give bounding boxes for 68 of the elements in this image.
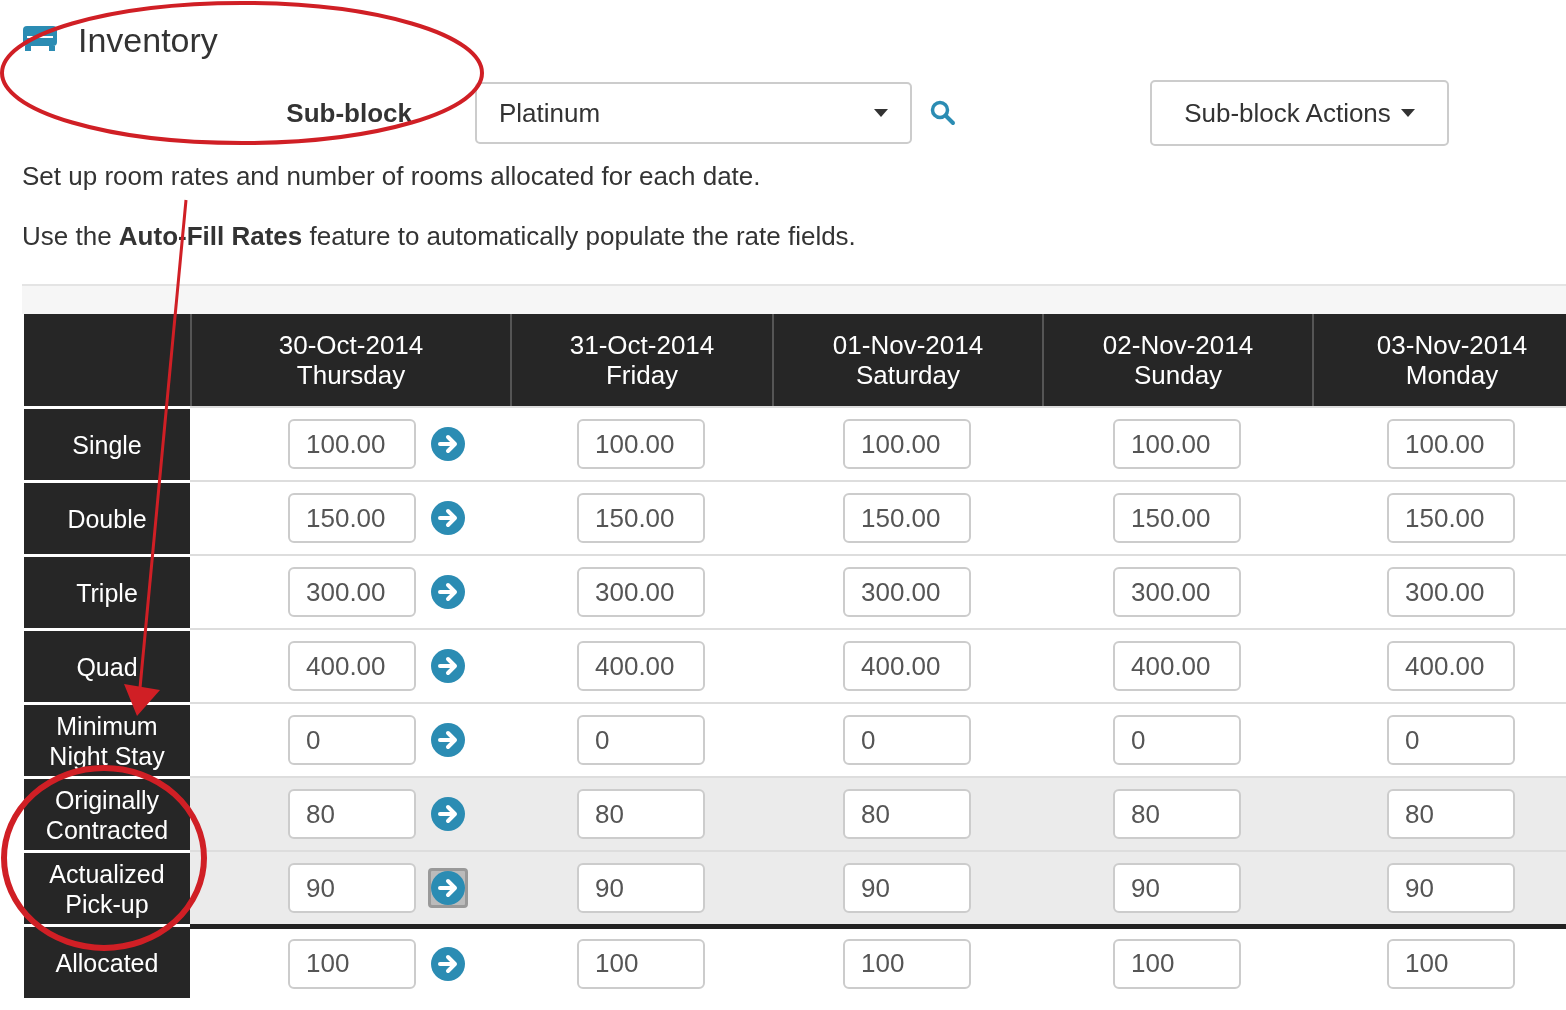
auto-fill-arrow-button[interactable] [428, 572, 468, 612]
value-input[interactable]: 400.00 [1387, 641, 1515, 691]
row-label: Single [24, 406, 190, 480]
value-input[interactable]: 100 [843, 938, 971, 989]
value-input[interactable]: 100.00 [288, 419, 416, 469]
value-input[interactable]: 0 [288, 715, 416, 765]
row-label: Originally Contracted [24, 776, 190, 850]
value-input[interactable]: 150.00 [1387, 493, 1515, 543]
value-input[interactable]: 90 [1113, 863, 1241, 913]
value-input[interactable]: 100 [288, 938, 416, 989]
value-input[interactable]: 400.00 [288, 641, 416, 691]
value-input[interactable]: 80 [577, 789, 705, 839]
row-label: Triple [24, 554, 190, 628]
value-input[interactable]: 300.00 [1113, 567, 1241, 617]
date-column-header: 02-Nov-2014 Sunday [1042, 314, 1312, 406]
auto-fill-arrow-button[interactable] [428, 794, 468, 834]
page-title: Inventory [78, 20, 218, 60]
value-input[interactable]: 100.00 [1387, 419, 1515, 469]
value-input[interactable]: 80 [1113, 789, 1241, 839]
value-input[interactable]: 100 [1387, 938, 1515, 989]
value-input[interactable]: 300.00 [288, 567, 416, 617]
search-icon[interactable] [930, 100, 956, 126]
date-column-header: 30-Oct-2014 Thursday [190, 314, 510, 406]
value-input[interactable]: 150.00 [1113, 493, 1241, 543]
value-input[interactable]: 100.00 [577, 419, 705, 469]
auto-fill-arrow-button[interactable] [428, 646, 468, 686]
auto-fill-arrow-button[interactable] [428, 424, 468, 464]
instruction-text: Set up room rates and number of rooms allocated for each date. [22, 160, 762, 192]
auto-fill-arrow-button[interactable] [428, 498, 468, 538]
value-input[interactable]: 300.00 [577, 567, 705, 617]
value-input[interactable]: 100 [577, 938, 705, 989]
value-input[interactable]: 100.00 [843, 419, 971, 469]
sub-block-select[interactable]: Platinum [475, 82, 912, 144]
row-label: Double [24, 480, 190, 554]
value-input[interactable]: 300.00 [843, 567, 971, 617]
caret-icon [1400, 109, 1415, 117]
date-column-header: 31-Oct-2014 Friday [510, 314, 772, 406]
row-label: Allocated [24, 924, 190, 998]
value-input[interactable]: 90 [1387, 863, 1515, 913]
value-input[interactable]: 0 [1387, 715, 1515, 765]
value-input[interactable]: 150.00 [577, 493, 705, 543]
sub-block-actions-button[interactable]: Sub-block Actions [1150, 80, 1449, 146]
value-input[interactable]: 100 [1113, 938, 1241, 989]
value-input[interactable]: 80 [1387, 789, 1515, 839]
value-input[interactable]: 90 [577, 863, 705, 913]
value-input[interactable]: 80 [843, 789, 971, 839]
value-input[interactable]: 150.00 [288, 493, 416, 543]
row-label: Minimum Night Stay [24, 702, 190, 776]
value-input[interactable]: 0 [1113, 715, 1241, 765]
value-input[interactable]: 150.00 [843, 493, 971, 543]
auto-fill-arrow-button[interactable] [428, 720, 468, 760]
value-input[interactable]: 400.00 [1113, 641, 1241, 691]
sub-block-label: Sub-block [285, 97, 412, 129]
value-input[interactable]: 400.00 [843, 641, 971, 691]
value-input[interactable]: 0 [577, 715, 705, 765]
value-input[interactable]: 0 [843, 715, 971, 765]
row-label: Actualized Pick-up [24, 850, 190, 924]
row-label: Quad [24, 628, 190, 702]
auto-fill-arrow-button[interactable] [428, 868, 468, 908]
value-input[interactable]: 400.00 [577, 641, 705, 691]
date-column-header: 01-Nov-2014 Saturday [772, 314, 1042, 406]
value-input[interactable]: 90 [843, 863, 971, 913]
caret-icon [874, 109, 888, 117]
value-input[interactable]: 80 [288, 789, 416, 839]
value-input[interactable]: 300.00 [1387, 567, 1515, 617]
date-column-header: 03-Nov-2014 Monday [1312, 314, 1566, 406]
value-input[interactable]: 100.00 [1113, 419, 1241, 469]
value-input[interactable]: 90 [288, 863, 416, 913]
